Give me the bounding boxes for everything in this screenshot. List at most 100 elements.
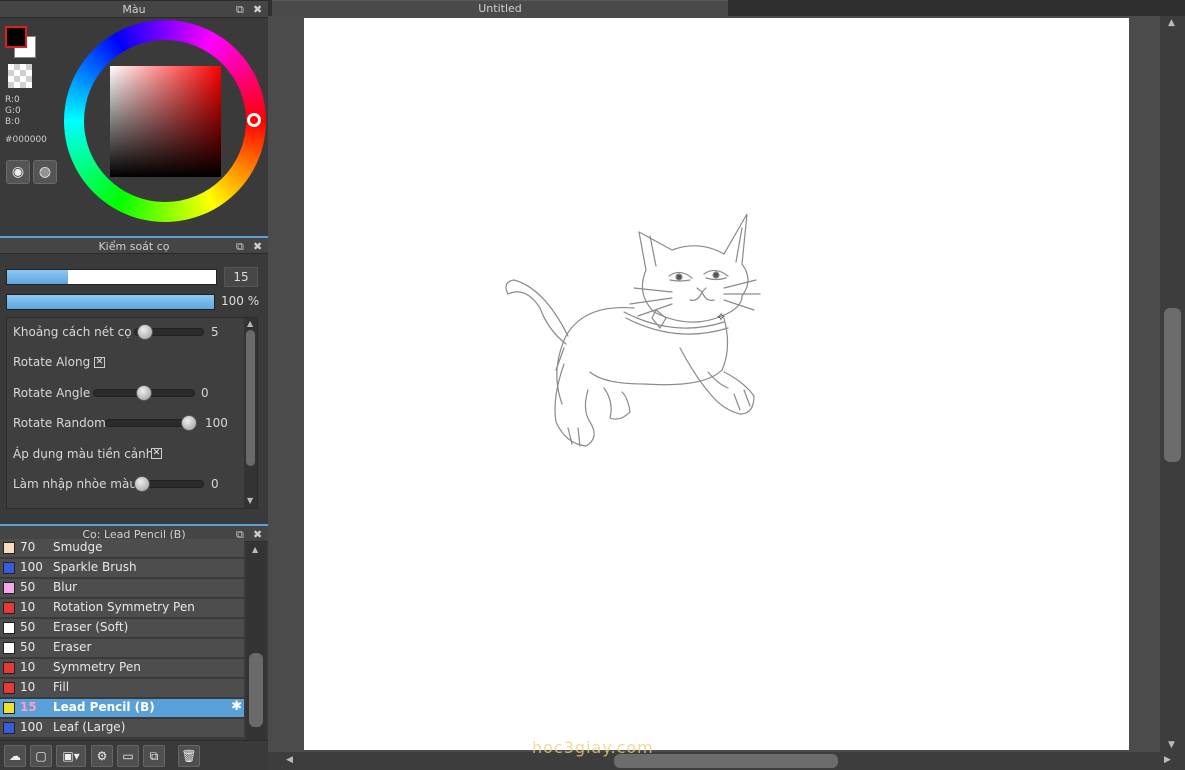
brush-control-panel-title: Kiểm soát cọ <box>98 240 170 253</box>
brush-size: 50 <box>20 580 36 594</box>
brush-color-swatch <box>3 602 15 614</box>
brush-name: Eraser (Soft) <box>53 620 129 634</box>
canvas-horizontal-scrollbar[interactable]: ◀ ▶ <box>268 752 1185 770</box>
scrollbar-thumb[interactable] <box>249 653 263 727</box>
color-panel-title: Màu <box>122 3 146 16</box>
apply-foreground-color-checkbox[interactable]: ✕ <box>151 448 162 459</box>
red-value: R:0 <box>5 95 20 105</box>
copy-brush-dropdown-icon[interactable]: ▣▾ <box>56 745 86 767</box>
brush-name: Blur <box>53 580 78 594</box>
folder-icon[interactable]: ▭ <box>117 745 139 767</box>
brush-item[interactable]: 10 Fill <box>0 679 244 698</box>
tab-untitled[interactable]: Untitled <box>272 0 728 16</box>
brush-item[interactable]: 70 Smudge <box>0 539 244 558</box>
scroll-up-icon[interactable]: ▲ <box>1168 18 1175 28</box>
scroll-down-icon[interactable]: ▼ <box>1168 740 1175 750</box>
document-tab-bar: Untitled <box>268 0 1185 16</box>
brush-item[interactable]: 50 Blur <box>0 579 244 598</box>
scroll-up-icon[interactable]: ▲ <box>252 545 258 554</box>
brush-control-panel-header: Kiểm soát cọ ⧉ ✖ <box>0 236 268 254</box>
duplicate-icon[interactable]: ⧉ <box>143 745 165 767</box>
left-sidebar: Màu ⧉ ✖ R:0 G:0 B:0 #000000 ◉ ◍ Kiểm soá… <box>0 0 268 770</box>
new-brush-icon[interactable]: ▢ <box>30 745 52 767</box>
brush-size: 10 <box>20 680 36 694</box>
rotate-random-value: 100 <box>205 416 228 430</box>
scroll-up-icon[interactable]: ▲ <box>247 319 253 328</box>
brush-size: 100 <box>20 720 43 734</box>
rotate-along-label: Rotate Along <box>13 355 91 369</box>
brush-size-bar[interactable] <box>6 269 217 285</box>
palette-settings-icon[interactable]: ◍ <box>33 160 57 184</box>
canvas-vertical-scrollbar[interactable]: ▲ ▼ <box>1160 16 1185 752</box>
scroll-left-icon[interactable]: ◀ <box>286 755 293 765</box>
scroll-down-icon[interactable]: ▼ <box>247 496 253 505</box>
blue-value: B:0 <box>5 117 20 127</box>
scrollbar-thumb[interactable] <box>1164 308 1181 462</box>
brush-size: 50 <box>20 640 36 654</box>
canvas-area: ✧ ▲ ▼ ◀ ▶ <box>268 16 1185 770</box>
trash-icon[interactable]: 🗑 <box>178 745 200 767</box>
brush-item[interactable]: 10 Rotation Symmetry Pen <box>0 599 244 618</box>
rotate-angle-slider[interactable] <box>93 385 195 401</box>
brush-color-swatch <box>3 582 15 594</box>
brush-opacity-fill <box>7 295 214 309</box>
detach-icon[interactable]: ⧉ <box>236 1 244 18</box>
brush-list-scrollbar[interactable]: ▲ <box>246 543 266 740</box>
brush-size: 100 <box>20 560 43 574</box>
brush-name: Rotation Symmetry Pen <box>53 600 195 614</box>
hue-marker[interactable] <box>247 113 261 127</box>
close-icon[interactable]: ✖ <box>253 1 262 18</box>
brush-spacing-value: 5 <box>211 325 219 339</box>
transparent-color-swatch[interactable] <box>8 64 32 88</box>
close-icon[interactable]: ✖ <box>253 526 262 543</box>
green-value: G:0 <box>5 106 21 116</box>
brush-color-swatch <box>3 662 15 674</box>
brush-settings-icon[interactable]: ⚙ <box>91 745 113 767</box>
brush-spacing-slider[interactable] <box>134 324 204 340</box>
brush-item[interactable]: 50 Eraser (Soft) <box>0 619 244 638</box>
rotate-random-label: Rotate Random <box>13 416 106 430</box>
brush-size-value[interactable]: 15 <box>224 267 258 287</box>
rotate-along-checkbox[interactable]: ✕ <box>94 357 105 368</box>
brush-name: Lead Pencil (B) <box>53 700 155 714</box>
drawing-canvas[interactable]: ✧ <box>304 18 1129 750</box>
brush-color-swatch <box>3 682 15 694</box>
apply-foreground-color-label: Áp dụng màu tiền cảnh <box>13 447 154 461</box>
brush-color-swatch <box>3 542 15 554</box>
slider-knob[interactable] <box>134 476 150 492</box>
brush-list: 70 Smudge 100 Sparkle Brush 50 Blur 10 Rotation… <box>0 539 268 740</box>
hue-wheel[interactable] <box>64 20 266 222</box>
rotate-angle-label: Rotate Angle <box>13 386 91 400</box>
brush-opacity-value: 100 % <box>221 294 260 308</box>
close-icon[interactable]: ✖ <box>253 238 262 255</box>
brush-name: Eraser <box>53 640 92 654</box>
rotate-random-slider[interactable] <box>105 415 197 431</box>
properties-scrollbar[interactable]: ▲ ▼ <box>244 318 257 508</box>
add-brush-icon[interactable]: ☁ <box>4 745 26 767</box>
brush-item[interactable]: 10 Symmetry Pen <box>0 659 244 678</box>
brush-color-swatch <box>3 562 15 574</box>
brush-item[interactable]: 15 Lead Pencil (B) ✱ <box>0 699 244 718</box>
brush-size: 10 <box>20 660 36 674</box>
detach-icon[interactable]: ⧉ <box>236 238 244 255</box>
saturation-value-square[interactable] <box>110 66 221 177</box>
brush-size: 50 <box>20 620 36 634</box>
brush-settings-gear-icon[interactable]: ✱ <box>231 699 242 714</box>
color-blend-value: 0 <box>211 477 219 491</box>
brush-item[interactable]: 100 Sparkle Brush <box>0 559 244 578</box>
scrollbar-thumb[interactable] <box>246 330 255 466</box>
slider-knob[interactable] <box>136 324 153 340</box>
color-panel: R:0 G:0 B:0 #000000 ◉ ◍ <box>0 18 268 236</box>
scroll-right-icon[interactable]: ▶ <box>1164 755 1171 765</box>
brush-color-swatch <box>3 642 15 654</box>
brush-color-swatch <box>3 622 15 634</box>
brush-item[interactable]: 50 Eraser <box>0 639 244 658</box>
brush-item[interactable]: 100 Leaf (Large) <box>0 719 244 738</box>
color-blend-slider[interactable] <box>134 476 204 492</box>
brush-properties-list: Khoảng cách nét cọ 5 Rotate Along ✕ Rota… <box>6 317 258 509</box>
slider-knob[interactable] <box>181 415 197 431</box>
brush-opacity-bar[interactable] <box>6 294 215 310</box>
palette-icon[interactable]: ◉ <box>6 160 30 184</box>
foreground-color-swatch[interactable] <box>5 26 27 48</box>
slider-knob[interactable] <box>136 385 152 401</box>
